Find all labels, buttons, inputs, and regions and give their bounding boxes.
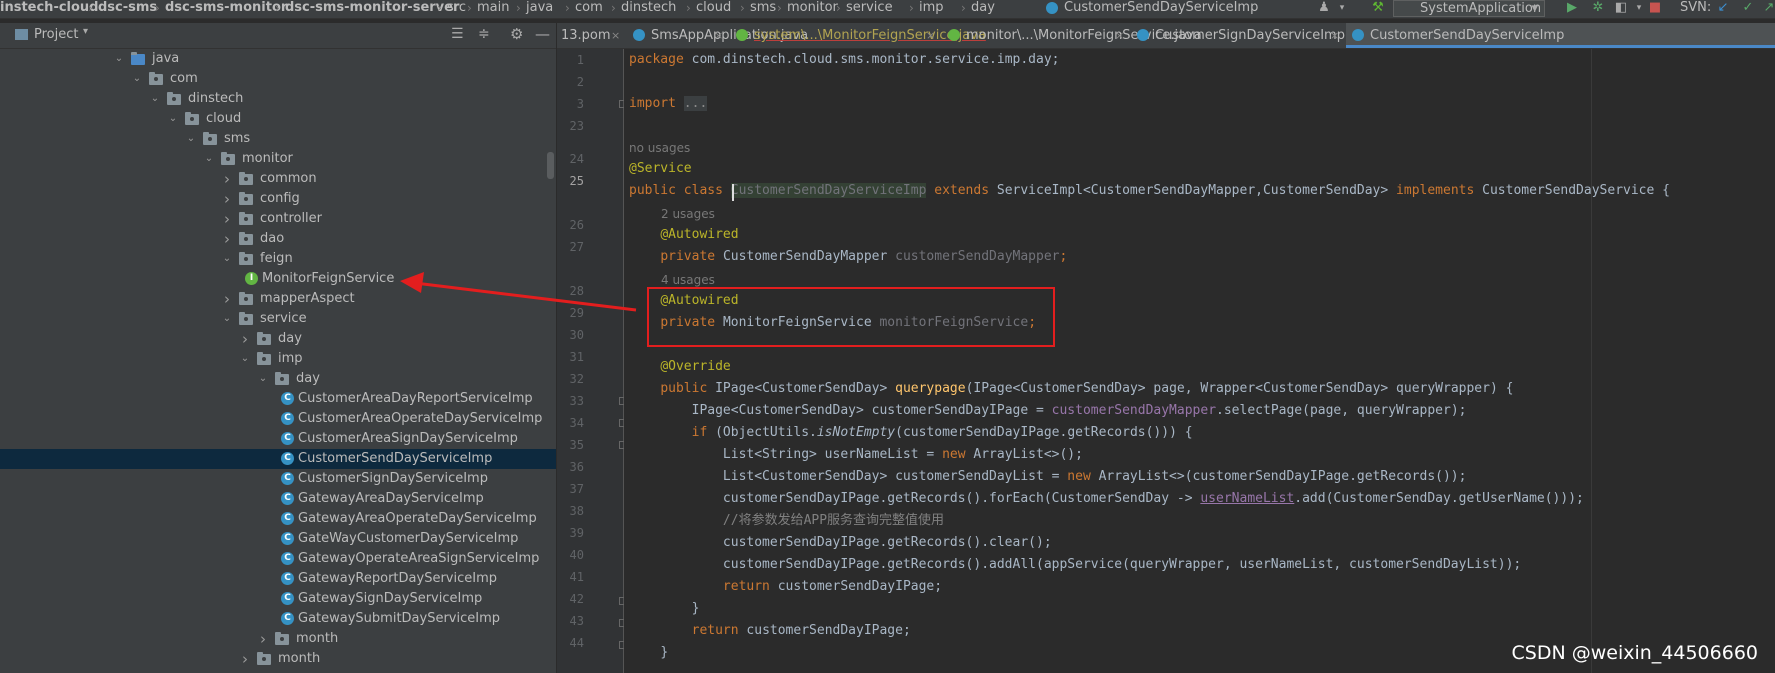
- watermark: CSDN @weixin_44506660: [1511, 642, 1759, 664]
- annotation-arrow: [400, 272, 637, 312]
